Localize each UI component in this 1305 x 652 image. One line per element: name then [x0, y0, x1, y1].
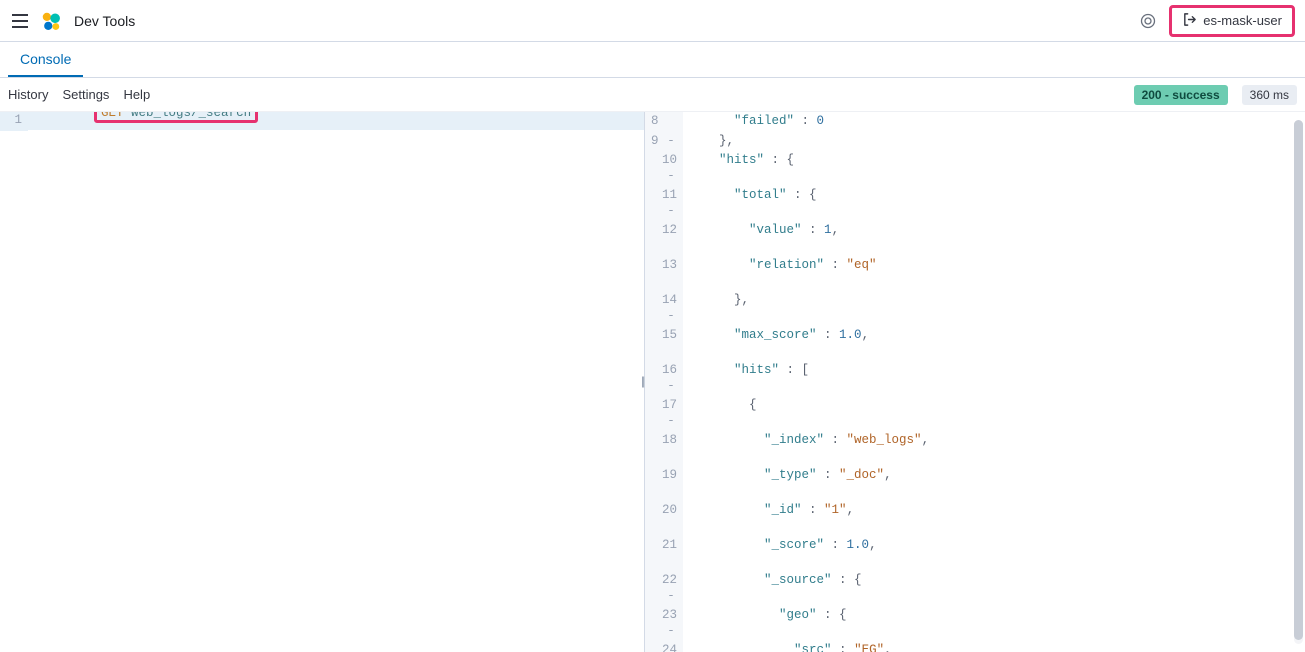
response-line: 23 - "geo" : { — [645, 606, 1305, 641]
line-number: 21 — [645, 536, 683, 571]
response-line: 10 - "hits" : { — [645, 151, 1305, 186]
request-method: GET — [101, 112, 124, 120]
logout-icon — [1182, 12, 1197, 30]
response-pane[interactable]: 8 "failed" : 09 - },10 - "hits" : {11 - … — [645, 112, 1305, 652]
response-line: 18 "_index" : "web_logs", — [645, 431, 1305, 466]
app-header: Dev Tools es-mask-user — [0, 0, 1305, 42]
line-number: 10 - — [645, 151, 683, 186]
line-number: 19 — [645, 466, 683, 501]
response-line: 15 "max_score" : 1.0, — [645, 326, 1305, 361]
line-number: 18 — [645, 431, 683, 466]
response-line: 22 - "_source" : { — [645, 571, 1305, 606]
response-line: 20 "_id" : "1", — [645, 501, 1305, 536]
help-icon[interactable] — [1133, 6, 1163, 36]
line-number: 14 - — [645, 291, 683, 326]
workspace: 1 GET web_logs/_search || 8 "failed" : 0… — [0, 112, 1305, 652]
response-line: 24 "src" : "EG", — [645, 641, 1305, 652]
scrollbar-thumb[interactable] — [1294, 120, 1303, 640]
settings-button[interactable]: Settings — [62, 87, 109, 102]
response-line: 17 - { — [645, 396, 1305, 431]
pane-splitter[interactable]: || — [641, 374, 643, 388]
response-line: 13 "relation" : "eq" — [645, 256, 1305, 291]
response-line: 8 "failed" : 0 — [645, 112, 1305, 132]
line-number: 9 - — [645, 132, 683, 152]
line-number: 17 - — [645, 396, 683, 431]
line-number: 1 — [0, 112, 28, 131]
line-number: 20 — [645, 501, 683, 536]
response-line: 14 - }, — [645, 291, 1305, 326]
status-badge: 200 - success — [1134, 85, 1228, 105]
menu-icon[interactable] — [10, 11, 30, 31]
help-button[interactable]: Help — [123, 87, 150, 102]
line-number: 13 — [645, 256, 683, 291]
line-number: 22 - — [645, 571, 683, 606]
line-number: 8 — [645, 112, 683, 132]
response-line: 19 "_type" : "_doc", — [645, 466, 1305, 501]
response-line: 9 - }, — [645, 132, 1305, 152]
tabs-bar: Console — [0, 42, 1305, 78]
elastic-logo-icon[interactable] — [40, 10, 62, 32]
header-title: Dev Tools — [74, 13, 135, 29]
request-text-highlight: GET web_logs/_search — [94, 112, 258, 123]
line-number: 11 - — [645, 186, 683, 221]
line-number: 12 — [645, 221, 683, 256]
user-menu[interactable]: es-mask-user — [1169, 5, 1295, 37]
request-path: web_logs/_search — [131, 112, 251, 120]
response-line: 16 - "hits" : [ — [645, 361, 1305, 396]
history-button[interactable]: History — [8, 87, 48, 102]
latency-badge: 360 ms — [1242, 85, 1297, 105]
line-number: 15 — [645, 326, 683, 361]
response-line: 11 - "total" : { — [645, 186, 1305, 221]
request-line[interactable]: 1 GET web_logs/_search — [0, 112, 644, 130]
request-pane[interactable]: 1 GET web_logs/_search — [0, 112, 645, 652]
response-line: 12 "value" : 1, — [645, 221, 1305, 256]
line-number: 24 — [645, 641, 683, 652]
tab-console[interactable]: Console — [8, 43, 83, 77]
user-name: es-mask-user — [1203, 13, 1282, 28]
line-number: 23 - — [645, 606, 683, 641]
response-line: 21 "_score" : 1.0, — [645, 536, 1305, 571]
line-number: 16 - — [645, 361, 683, 396]
console-toolbar: History Settings Help 200 - success 360 … — [0, 78, 1305, 112]
